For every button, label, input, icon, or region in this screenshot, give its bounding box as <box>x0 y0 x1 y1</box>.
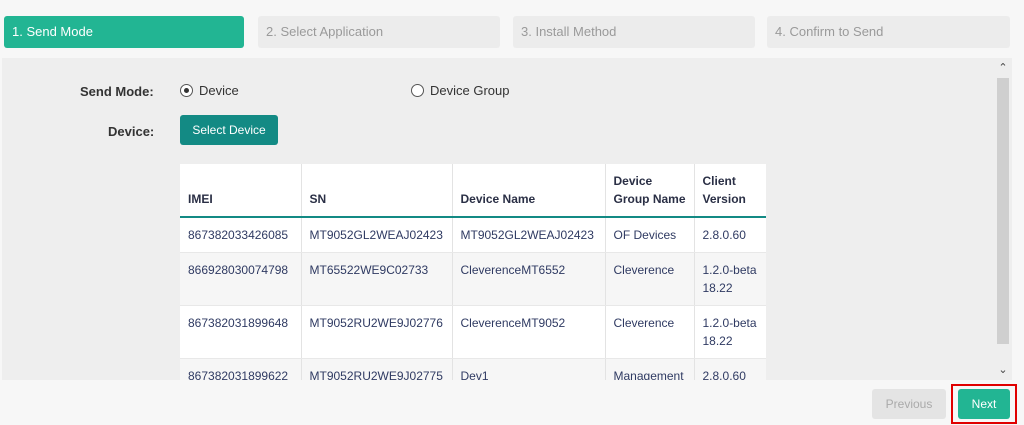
radio-checked-icon[interactable] <box>180 84 193 97</box>
device-table: IMEI SN Device Name Device Group Name Cl… <box>180 164 766 380</box>
chevron-up-icon[interactable]: ⌃ <box>994 60 1012 76</box>
cell-sn: MT9052RU2WE9J02775 <box>301 358 453 380</box>
step-confirm-to-send[interactable]: 4. Confirm to Send <box>767 16 1010 48</box>
column-header-imei[interactable]: IMEI <box>180 164 302 218</box>
vertical-scrollbar[interactable]: ⌃ ⌄ <box>994 58 1012 380</box>
cell-sn: MT9052GL2WEAJ02423 <box>301 217 453 253</box>
step-select-application[interactable]: 2. Select Application <box>258 16 500 48</box>
column-header-device-group-name[interactable]: Device Group Name <box>605 164 695 218</box>
cell-device-name: MT9052GL2WEAJ02423 <box>452 217 606 253</box>
cell-group: Management <box>605 358 695 380</box>
cell-sn: MT65522WE9C02733 <box>301 252 453 306</box>
radio-unchecked-icon[interactable] <box>411 84 424 97</box>
radio-device-group[interactable]: Device Group <box>411 83 509 98</box>
wizard-steps: 1. Send Mode 2. Select Application 3. In… <box>4 16 1010 48</box>
header-group-line-2: Group Name <box>613 192 686 206</box>
cell-sn: MT9052RU2WE9J02776 <box>301 305 453 359</box>
send-mode-panel: Send Mode: Device Device Group Device: S… <box>2 58 1012 380</box>
table-row[interactable]: 867382031899622 MT9052RU2WE9J02775 Dev1 … <box>180 358 766 380</box>
radio-device-group-label: Device Group <box>430 83 510 98</box>
cell-imei: 866928030074798 <box>180 252 302 306</box>
table-header-row: IMEI SN Device Name Device Group Name Cl… <box>180 164 766 218</box>
header-group-line-1: Device <box>613 174 653 188</box>
header-version-line-1: Client <box>702 174 736 188</box>
radio-device[interactable]: Device <box>180 83 239 98</box>
cell-group: OF Devices <box>605 217 695 253</box>
column-header-device-name[interactable]: Device Name <box>452 164 606 218</box>
table-row[interactable]: 866928030074798 MT65522WE9C02733 Clevere… <box>180 252 766 306</box>
cell-version: 2.8.0.60 <box>694 217 766 253</box>
radio-device-label: Device <box>199 83 239 98</box>
table-row[interactable]: 867382033426085 MT9052GL2WEAJ02423 MT905… <box>180 217 766 253</box>
cell-version: 1.2.0-beta18.22 <box>694 305 766 359</box>
cell-device-name: Dev1 <box>452 358 606 380</box>
cell-device-name: CleverenceMT9052 <box>452 305 606 359</box>
header-version-line-2: Version <box>702 192 746 206</box>
cell-imei: 867382033426085 <box>180 217 302 253</box>
table-row[interactable]: 867382031899648 MT9052RU2WE9J02776 Cleve… <box>180 305 766 359</box>
next-button[interactable]: Next <box>958 389 1010 419</box>
column-header-sn[interactable]: SN <box>301 164 453 218</box>
select-device-button[interactable]: Select Device <box>180 115 278 145</box>
cell-group: Cleverence <box>605 252 695 306</box>
send-mode-label: Send Mode: <box>80 84 154 99</box>
step-install-method[interactable]: 3. Install Method <box>513 16 755 48</box>
previous-button[interactable]: Previous <box>872 389 946 419</box>
chevron-down-icon[interactable]: ⌄ <box>994 362 1012 378</box>
cell-device-name: CleverenceMT6552 <box>452 252 606 306</box>
column-header-client-version[interactable]: Client Version <box>694 164 766 218</box>
cell-version: 1.2.0-beta18.22 <box>694 252 766 306</box>
cell-imei: 867382031899648 <box>180 305 302 359</box>
step-send-mode[interactable]: 1. Send Mode <box>4 16 244 48</box>
cell-group: Cleverence <box>605 305 695 359</box>
device-label: Device: <box>108 124 155 139</box>
cell-imei: 867382031899622 <box>180 358 302 380</box>
cell-version: 2.8.0.60 <box>694 358 766 380</box>
scrollbar-thumb[interactable] <box>997 78 1009 344</box>
